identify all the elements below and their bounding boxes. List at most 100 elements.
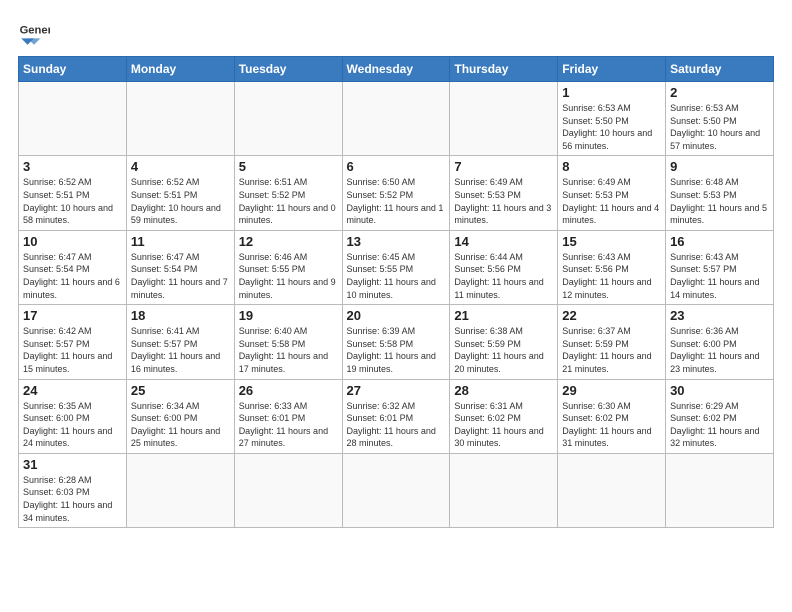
calendar-cell xyxy=(666,453,774,527)
calendar-cell xyxy=(342,82,450,156)
day-number: 4 xyxy=(131,159,230,174)
calendar-cell: 24 Sunrise: 6:35 AM Sunset: 6:00 PM Dayli… xyxy=(19,379,127,453)
day-header-sunday: Sunday xyxy=(19,57,127,82)
day-header-saturday: Saturday xyxy=(666,57,774,82)
day-info: Sunrise: 6:45 AM Sunset: 5:55 PM Dayligh… xyxy=(347,251,446,301)
calendar-cell: 29 Sunrise: 6:30 AM Sunset: 6:02 PM Dayli… xyxy=(558,379,666,453)
calendar-cell: 17 Sunrise: 6:42 AM Sunset: 5:57 PM Dayli… xyxy=(19,305,127,379)
day-info: Sunrise: 6:53 AM Sunset: 5:50 PM Dayligh… xyxy=(670,102,769,152)
day-info: Sunrise: 6:51 AM Sunset: 5:52 PM Dayligh… xyxy=(239,176,338,226)
day-info: Sunrise: 6:34 AM Sunset: 6:00 PM Dayligh… xyxy=(131,400,230,450)
calendar-cell: 28 Sunrise: 6:31 AM Sunset: 6:02 PM Dayli… xyxy=(450,379,558,453)
day-info: Sunrise: 6:38 AM Sunset: 5:59 PM Dayligh… xyxy=(454,325,553,375)
day-info: Sunrise: 6:50 AM Sunset: 5:52 PM Dayligh… xyxy=(347,176,446,226)
calendar-table: SundayMondayTuesdayWednesdayThursdayFrid… xyxy=(18,56,774,528)
day-info: Sunrise: 6:32 AM Sunset: 6:01 PM Dayligh… xyxy=(347,400,446,450)
day-number: 13 xyxy=(347,234,446,249)
calendar-cell: 21 Sunrise: 6:38 AM Sunset: 5:59 PM Dayli… xyxy=(450,305,558,379)
day-number: 19 xyxy=(239,308,338,323)
calendar-page: General SundayMondayTuesdayWednesdayThur… xyxy=(0,0,792,612)
calendar-cell: 9Sunrise: 6:48 AM Sunset: 5:53 PM Daylig… xyxy=(666,156,774,230)
calendar-cell: 6 Sunrise: 6:50 AM Sunset: 5:52 PM Daylig… xyxy=(342,156,450,230)
day-info: Sunrise: 6:31 AM Sunset: 6:02 PM Dayligh… xyxy=(454,400,553,450)
day-number: 26 xyxy=(239,383,338,398)
calendar-cell: 31 Sunrise: 6:28 AM Sunset: 6:03 PM Dayli… xyxy=(19,453,127,527)
calendar-cell: 3 Sunrise: 6:52 AM Sunset: 5:51 PM Daylig… xyxy=(19,156,127,230)
day-info: Sunrise: 6:37 AM Sunset: 5:59 PM Dayligh… xyxy=(562,325,661,375)
calendar-cell: 18 Sunrise: 6:41 AM Sunset: 5:57 PM Dayli… xyxy=(126,305,234,379)
day-number: 7 xyxy=(454,159,553,174)
calendar-cell: 2 Sunrise: 6:53 AM Sunset: 5:50 PM Daylig… xyxy=(666,82,774,156)
day-number: 30 xyxy=(670,383,769,398)
logo: General xyxy=(18,16,54,48)
calendar-cell: 8Sunrise: 6:49 AM Sunset: 5:53 PM Daylig… xyxy=(558,156,666,230)
calendar-cell: 14 Sunrise: 6:44 AM Sunset: 5:56 PM Dayli… xyxy=(450,230,558,304)
calendar-cell: 30 Sunrise: 6:29 AM Sunset: 6:02 PM Dayli… xyxy=(666,379,774,453)
day-number: 25 xyxy=(131,383,230,398)
day-info: Sunrise: 6:47 AM Sunset: 5:54 PM Dayligh… xyxy=(23,251,122,301)
calendar-cell: 27 Sunrise: 6:32 AM Sunset: 6:01 PM Dayli… xyxy=(342,379,450,453)
calendar-cell: 7Sunrise: 6:49 AM Sunset: 5:53 PM Daylig… xyxy=(450,156,558,230)
day-info: Sunrise: 6:52 AM Sunset: 5:51 PM Dayligh… xyxy=(23,176,122,226)
day-number: 24 xyxy=(23,383,122,398)
calendar-cell: 25 Sunrise: 6:34 AM Sunset: 6:00 PM Dayli… xyxy=(126,379,234,453)
day-number: 3 xyxy=(23,159,122,174)
calendar-cell xyxy=(234,82,342,156)
day-info: Sunrise: 6:28 AM Sunset: 6:03 PM Dayligh… xyxy=(23,474,122,524)
calendar-cell: 16Sunrise: 6:43 AM Sunset: 5:57 PM Dayli… xyxy=(666,230,774,304)
calendar-cell xyxy=(126,453,234,527)
day-number: 2 xyxy=(670,85,769,100)
day-number: 8 xyxy=(562,159,661,174)
day-header-monday: Monday xyxy=(126,57,234,82)
day-info: Sunrise: 6:44 AM Sunset: 5:56 PM Dayligh… xyxy=(454,251,553,301)
calendar-cell: 5 Sunrise: 6:51 AM Sunset: 5:52 PM Daylig… xyxy=(234,156,342,230)
calendar-cell: 23Sunrise: 6:36 AM Sunset: 6:00 PM Dayli… xyxy=(666,305,774,379)
day-number: 27 xyxy=(347,383,446,398)
day-number: 12 xyxy=(239,234,338,249)
day-number: 18 xyxy=(131,308,230,323)
day-info: Sunrise: 6:33 AM Sunset: 6:01 PM Dayligh… xyxy=(239,400,338,450)
day-number: 6 xyxy=(347,159,446,174)
day-info: Sunrise: 6:30 AM Sunset: 6:02 PM Dayligh… xyxy=(562,400,661,450)
day-info: Sunrise: 6:52 AM Sunset: 5:51 PM Dayligh… xyxy=(131,176,230,226)
calendar-cell: 26 Sunrise: 6:33 AM Sunset: 6:01 PM Dayli… xyxy=(234,379,342,453)
calendar-cell xyxy=(450,453,558,527)
day-info: Sunrise: 6:46 AM Sunset: 5:55 PM Dayligh… xyxy=(239,251,338,301)
calendar-cell xyxy=(558,453,666,527)
calendar-cell: 15Sunrise: 6:43 AM Sunset: 5:56 PM Dayli… xyxy=(558,230,666,304)
header: General xyxy=(18,16,774,48)
calendar-cell: 11 Sunrise: 6:47 AM Sunset: 5:54 PM Dayli… xyxy=(126,230,234,304)
day-number: 15 xyxy=(562,234,661,249)
day-number: 28 xyxy=(454,383,553,398)
day-number: 22 xyxy=(562,308,661,323)
day-info: Sunrise: 6:42 AM Sunset: 5:57 PM Dayligh… xyxy=(23,325,122,375)
calendar-cell: 10 Sunrise: 6:47 AM Sunset: 5:54 PM Dayli… xyxy=(19,230,127,304)
day-number: 11 xyxy=(131,234,230,249)
calendar-cell xyxy=(234,453,342,527)
day-number: 21 xyxy=(454,308,553,323)
logo-icon: General xyxy=(18,16,50,48)
day-number: 29 xyxy=(562,383,661,398)
day-number: 14 xyxy=(454,234,553,249)
calendar-cell xyxy=(19,82,127,156)
day-header-wednesday: Wednesday xyxy=(342,57,450,82)
day-info: Sunrise: 6:48 AM Sunset: 5:53 PM Dayligh… xyxy=(670,176,769,226)
calendar-cell xyxy=(126,82,234,156)
day-number: 5 xyxy=(239,159,338,174)
day-header-friday: Friday xyxy=(558,57,666,82)
day-info: Sunrise: 6:40 AM Sunset: 5:58 PM Dayligh… xyxy=(239,325,338,375)
day-info: Sunrise: 6:41 AM Sunset: 5:57 PM Dayligh… xyxy=(131,325,230,375)
day-number: 10 xyxy=(23,234,122,249)
day-header-tuesday: Tuesday xyxy=(234,57,342,82)
day-info: Sunrise: 6:47 AM Sunset: 5:54 PM Dayligh… xyxy=(131,251,230,301)
calendar-cell: 1Sunrise: 6:53 AM Sunset: 5:50 PM Daylig… xyxy=(558,82,666,156)
calendar-cell: 20Sunrise: 6:39 AM Sunset: 5:58 PM Dayli… xyxy=(342,305,450,379)
calendar-cell xyxy=(342,453,450,527)
day-number: 31 xyxy=(23,457,122,472)
day-info: Sunrise: 6:29 AM Sunset: 6:02 PM Dayligh… xyxy=(670,400,769,450)
svg-text:General: General xyxy=(20,25,50,37)
calendar-cell xyxy=(450,82,558,156)
day-number: 17 xyxy=(23,308,122,323)
day-info: Sunrise: 6:35 AM Sunset: 6:00 PM Dayligh… xyxy=(23,400,122,450)
day-number: 16 xyxy=(670,234,769,249)
